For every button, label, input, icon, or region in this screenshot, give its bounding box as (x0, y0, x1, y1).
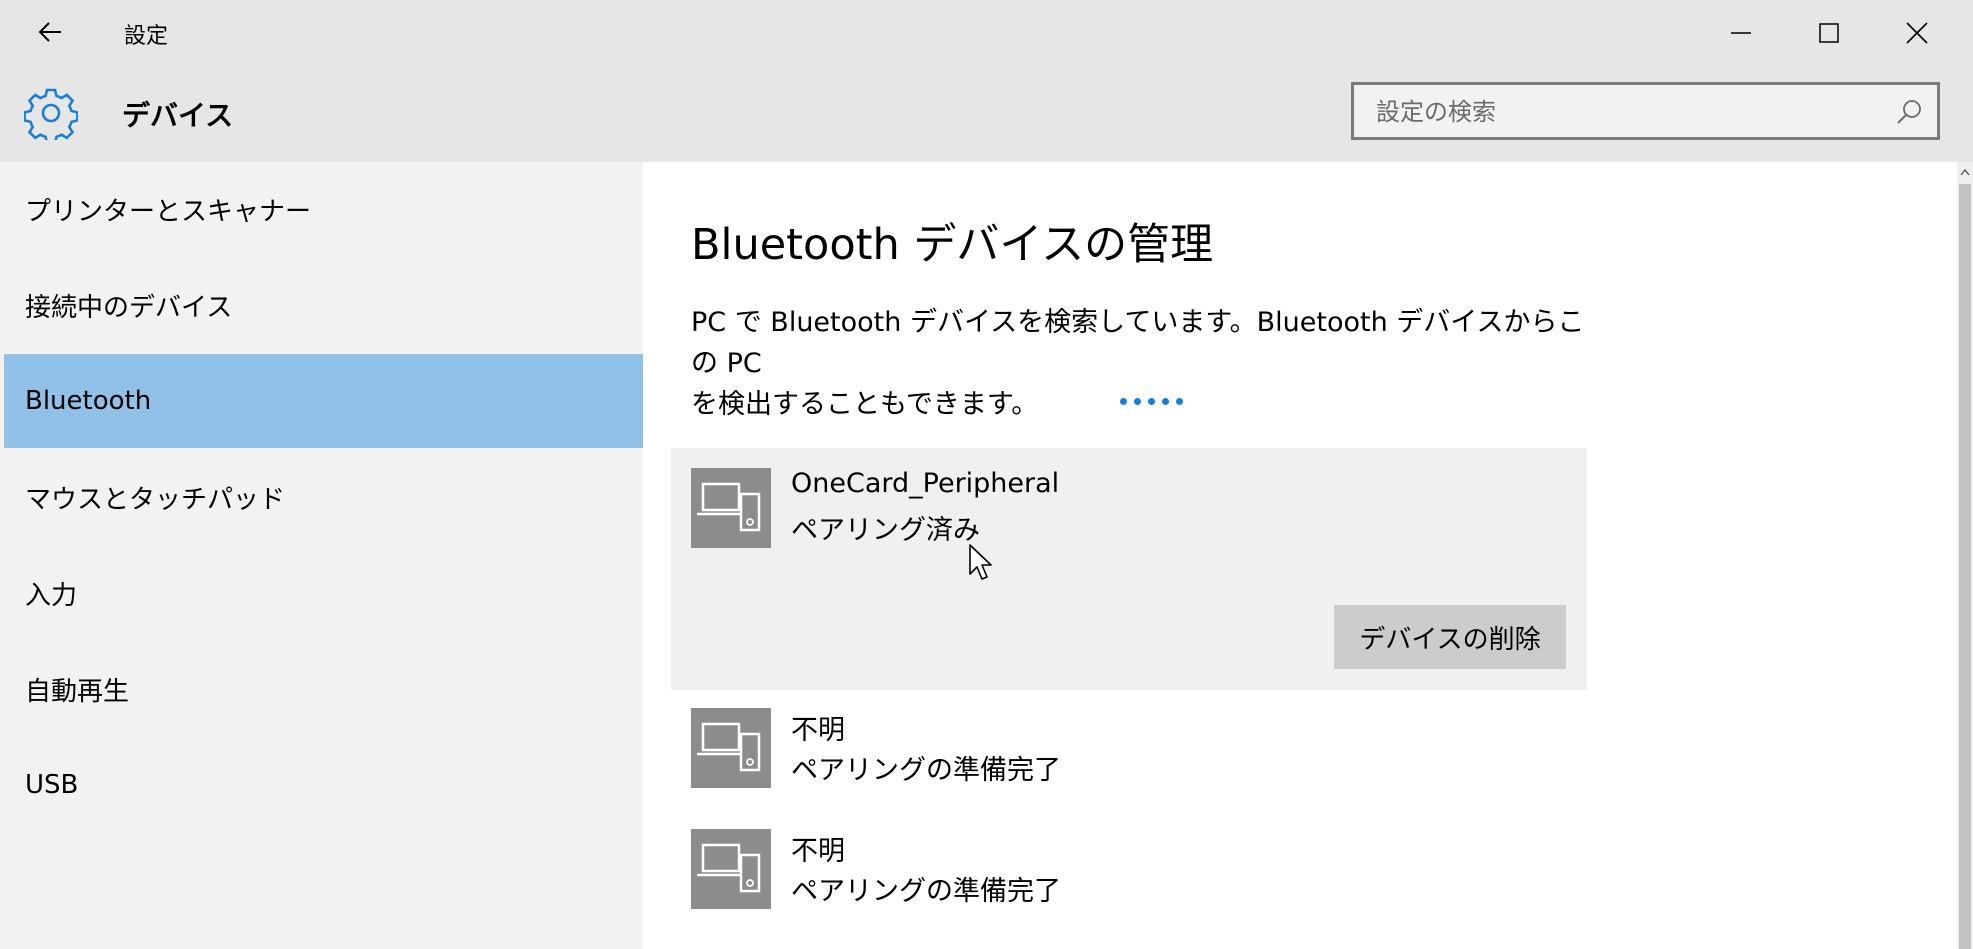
progress-dot (1134, 398, 1141, 405)
close-icon (1906, 22, 1928, 44)
search-input[interactable] (1374, 85, 1888, 139)
sidebar-item-label: プリンターとスキャナー (25, 196, 312, 227)
searching-progress-dots (1120, 398, 1210, 408)
mouse-cursor-icon (969, 544, 992, 580)
description-line: PC で Bluetooth デバイスを検索しています。Bluetooth デバ… (691, 307, 1585, 379)
page-title: Bluetooth デバイスの管理 (691, 220, 1214, 270)
sidebar-item-usb[interactable]: USB (4, 738, 643, 832)
sidebar-nav: プリンターとスキャナー 接続中のデバイス Bluetooth マウスとタッチパッ… (0, 162, 643, 949)
scroll-up-arrow-icon[interactable] (1957, 162, 1973, 182)
sidebar-item-connected-devices[interactable]: 接続中のデバイス (4, 258, 643, 352)
settings-header: デバイス (0, 66, 1973, 162)
sidebar-item-label: USB (25, 770, 79, 800)
page-category-title: デバイス (122, 99, 234, 132)
maximize-button[interactable] (1785, 0, 1873, 66)
device-item[interactable]: 不明 ペアリングの準備完了 (691, 708, 1391, 788)
progress-dot (1148, 398, 1155, 405)
device-icon (691, 468, 771, 548)
device-status: ペアリングの準備完了 (791, 755, 1061, 786)
search-box[interactable] (1351, 82, 1940, 140)
sidebar-item-label: 自動再生 (25, 676, 130, 707)
device-item[interactable]: OneCard_Peripheral ペアリング済み (691, 468, 1391, 548)
device-name: 不明 (791, 836, 845, 867)
device-card-selected[interactable]: OneCard_Peripheral ペアリング済み デバイスの削除 (671, 448, 1587, 690)
sidebar-item-label: 入力 (25, 580, 78, 611)
search-icon[interactable] (1895, 98, 1923, 126)
back-arrow-icon[interactable] (30, 14, 70, 50)
minimize-button[interactable] (1697, 0, 1785, 66)
sidebar-item-mouse-touchpad[interactable]: マウスとタッチパッド (4, 450, 643, 544)
device-icon (691, 829, 771, 909)
remove-device-button[interactable]: デバイスの削除 (1334, 605, 1566, 669)
device-status: ペアリング済み (791, 515, 980, 546)
minimize-icon (1731, 32, 1751, 34)
device-item[interactable]: 不明 ペアリングの準備完了 (691, 829, 1391, 909)
progress-dot (1120, 398, 1127, 405)
title-bar: 設定 (0, 0, 1973, 66)
vertical-scrollbar[interactable] (1957, 162, 1973, 949)
scrollbar-thumb[interactable] (1959, 184, 1971, 949)
sidebar-item-label: Bluetooth (25, 386, 152, 416)
maximize-icon (1819, 23, 1839, 43)
device-status: ペアリングの準備完了 (791, 876, 1061, 907)
device-name: 不明 (791, 715, 845, 746)
sidebar-item-input[interactable]: 入力 (4, 546, 643, 640)
window-title: 設定 (124, 24, 169, 49)
sidebar-item-bluetooth[interactable]: Bluetooth (4, 354, 643, 448)
main-content: Bluetooth デバイスの管理 PC で Bluetooth デバイスを検索… (643, 162, 1973, 949)
sidebar-item-label: 接続中のデバイス (25, 292, 233, 323)
progress-dot (1162, 398, 1169, 405)
close-button[interactable] (1873, 0, 1961, 66)
device-icon (691, 708, 771, 788)
progress-dot (1176, 398, 1183, 405)
device-name: OneCard_Peripheral (791, 468, 1060, 499)
gear-icon (24, 88, 78, 140)
sidebar-item-autoplay[interactable]: 自動再生 (4, 642, 643, 736)
sidebar-item-printers-scanners[interactable]: プリンターとスキャナー (4, 162, 643, 256)
sidebar-item-label: マウスとタッチパッド (25, 484, 286, 515)
